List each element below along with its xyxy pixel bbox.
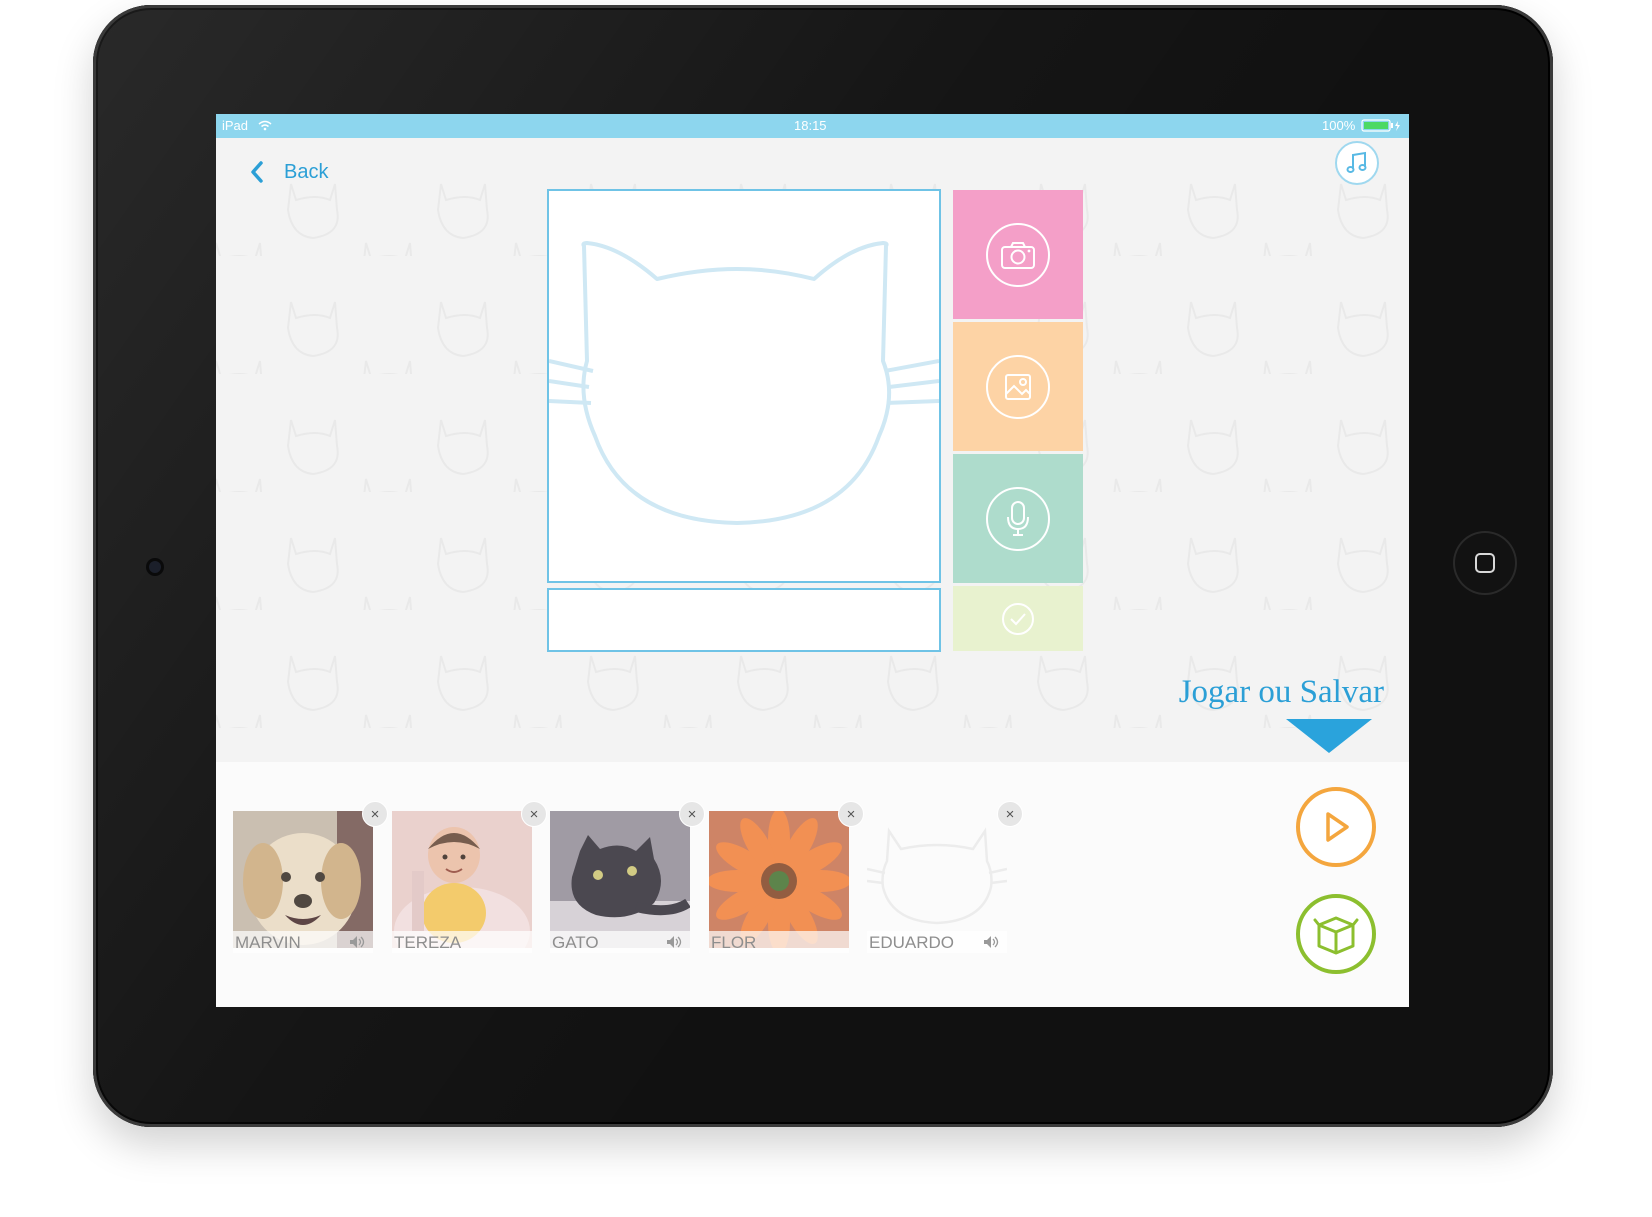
speaker-icon[interactable]	[666, 935, 682, 949]
wifi-icon	[258, 120, 272, 131]
card-label: MARVIN	[233, 931, 373, 953]
card-photo	[709, 811, 849, 948]
card-name: FLOR	[711, 933, 757, 952]
chevron-left-icon	[251, 161, 263, 183]
card-label: EDUARDO	[867, 931, 1007, 953]
speaker-icon[interactable]	[983, 935, 999, 949]
status-bar: iPad 18:15 100%	[216, 114, 1409, 138]
app-screen: iPad 18:15 100% Back Jogar ou Salvar MAR…	[216, 114, 1409, 1007]
confirm-button[interactable]	[953, 586, 1083, 651]
image-icon	[986, 354, 1050, 419]
camera-icon	[986, 222, 1050, 287]
card-name: MARVIN	[235, 933, 301, 952]
card-gato[interactable]: GATO	[550, 811, 690, 953]
remove-card-tereza-button[interactable]: ×	[521, 801, 547, 827]
checkmark-icon	[1002, 602, 1034, 635]
card-photo	[550, 811, 690, 948]
camera-button[interactable]	[953, 190, 1083, 319]
back-label: Back	[284, 160, 329, 183]
front-camera	[146, 558, 164, 576]
home-button-square-icon	[1475, 553, 1495, 573]
record-button[interactable]	[953, 454, 1083, 583]
card-flor[interactable]: FLOR	[709, 811, 849, 953]
card-photo	[233, 811, 373, 948]
remove-card-eduardo-button[interactable]: ×	[997, 801, 1023, 827]
card-photo	[867, 811, 1007, 948]
card-label: TEREZA	[392, 931, 532, 953]
play-or-save-hint: Jogar ou Salvar	[1178, 674, 1384, 710]
card-tereza[interactable]: TEREZA	[392, 811, 532, 953]
remove-card-gato-button[interactable]: ×	[679, 801, 705, 827]
card-label: GATO	[550, 931, 690, 953]
card-marvin[interactable]: MARVIN	[233, 811, 373, 953]
card-name: TEREZA	[394, 933, 462, 952]
remove-card-marvin-button[interactable]: ×	[362, 801, 388, 827]
device-label: iPad	[222, 118, 249, 133]
save-button[interactable]	[1296, 894, 1376, 974]
battery-percent: 100%	[1322, 118, 1356, 133]
card-name: EDUARDO	[869, 933, 955, 952]
box-icon	[1313, 916, 1359, 955]
gallery-button[interactable]	[953, 322, 1083, 451]
photo-canvas[interactable]	[547, 189, 941, 583]
card-name: GATO	[552, 933, 599, 952]
clock: 18:15	[794, 118, 827, 133]
cat-placeholder-icon	[548, 241, 940, 525]
speaker-icon[interactable]	[349, 935, 365, 949]
remove-card-flor-button[interactable]: ×	[838, 801, 864, 827]
microphone-icon	[986, 486, 1050, 551]
back-button[interactable]: Back	[250, 154, 328, 190]
play-button[interactable]	[1296, 787, 1376, 867]
hint-arrow-icon	[1286, 719, 1372, 753]
music-note-icon	[1346, 151, 1367, 173]
battery-icon	[1361, 119, 1400, 132]
play-icon	[1326, 812, 1349, 842]
card-photo	[392, 811, 532, 948]
music-button[interactable]	[1335, 141, 1379, 185]
card-eduardo[interactable]: EDUARDO	[867, 811, 1007, 953]
card-label: FLOR	[709, 931, 849, 953]
name-input[interactable]	[547, 588, 941, 652]
